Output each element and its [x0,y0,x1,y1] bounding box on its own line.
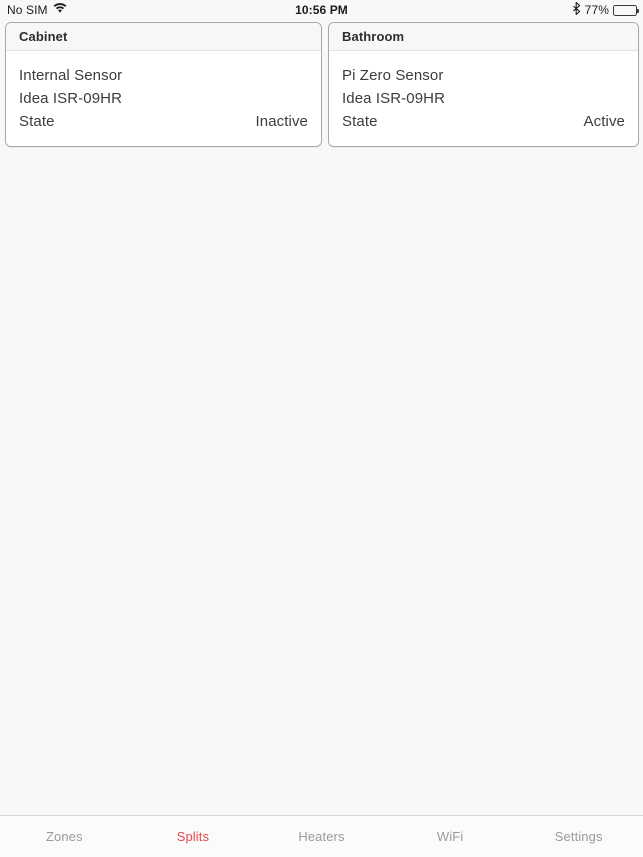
device-name-row: Internal Sensor [19,64,308,87]
tab-settings[interactable]: Settings [514,829,643,844]
device-state-row: State Active [342,110,625,133]
split-card-list: Cabinet Internal Sensor Idea ISR-09HR St… [0,20,643,147]
device-model-row: Idea ISR-09HR [342,87,625,110]
tab-bar: Zones Splits Heaters WiFi Settings [0,815,643,857]
device-state-row: State Inactive [19,110,308,133]
device-name-label: Internal Sensor [19,67,123,84]
status-bar-clock: 10:56 PM [295,3,348,17]
state-label: State [342,113,378,130]
state-value: Active [583,113,625,130]
split-card-title: Cabinet [19,29,68,44]
device-model-row: Idea ISR-09HR [19,87,308,110]
state-label: State [19,113,55,130]
main-content: Cabinet Internal Sensor Idea ISR-09HR St… [0,20,643,815]
status-bar: No SIM 10:56 PM 77% [0,0,643,20]
battery-icon [613,4,639,16]
status-bar-right: 77% [572,0,639,20]
split-card-body: Internal Sensor Idea ISR-09HR State Inac… [6,51,321,146]
device-name-label: Pi Zero Sensor [342,67,444,84]
tab-zones[interactable]: Zones [0,829,129,844]
split-card-bathroom[interactable]: Bathroom Pi Zero Sensor Idea ISR-09HR St… [328,22,639,147]
split-card-body: Pi Zero Sensor Idea ISR-09HR State Activ… [329,51,638,146]
split-card-header: Bathroom [329,23,638,51]
split-card-cabinet[interactable]: Cabinet Internal Sensor Idea ISR-09HR St… [5,22,322,147]
device-model-label: Idea ISR-09HR [342,90,446,107]
bluetooth-icon [572,1,581,18]
split-card-header: Cabinet [6,23,321,51]
device-name-row: Pi Zero Sensor [342,64,625,87]
tab-wifi[interactable]: WiFi [386,829,515,844]
split-card-title: Bathroom [342,29,405,44]
tab-heaters[interactable]: Heaters [257,829,386,844]
device-model-label: Idea ISR-09HR [19,90,123,107]
app-root: No SIM 10:56 PM 77% Cabinet Internal Sen… [0,0,643,857]
tab-splits[interactable]: Splits [129,829,258,844]
state-value: Inactive [255,113,308,130]
battery-percent-label: 77% [584,3,609,17]
